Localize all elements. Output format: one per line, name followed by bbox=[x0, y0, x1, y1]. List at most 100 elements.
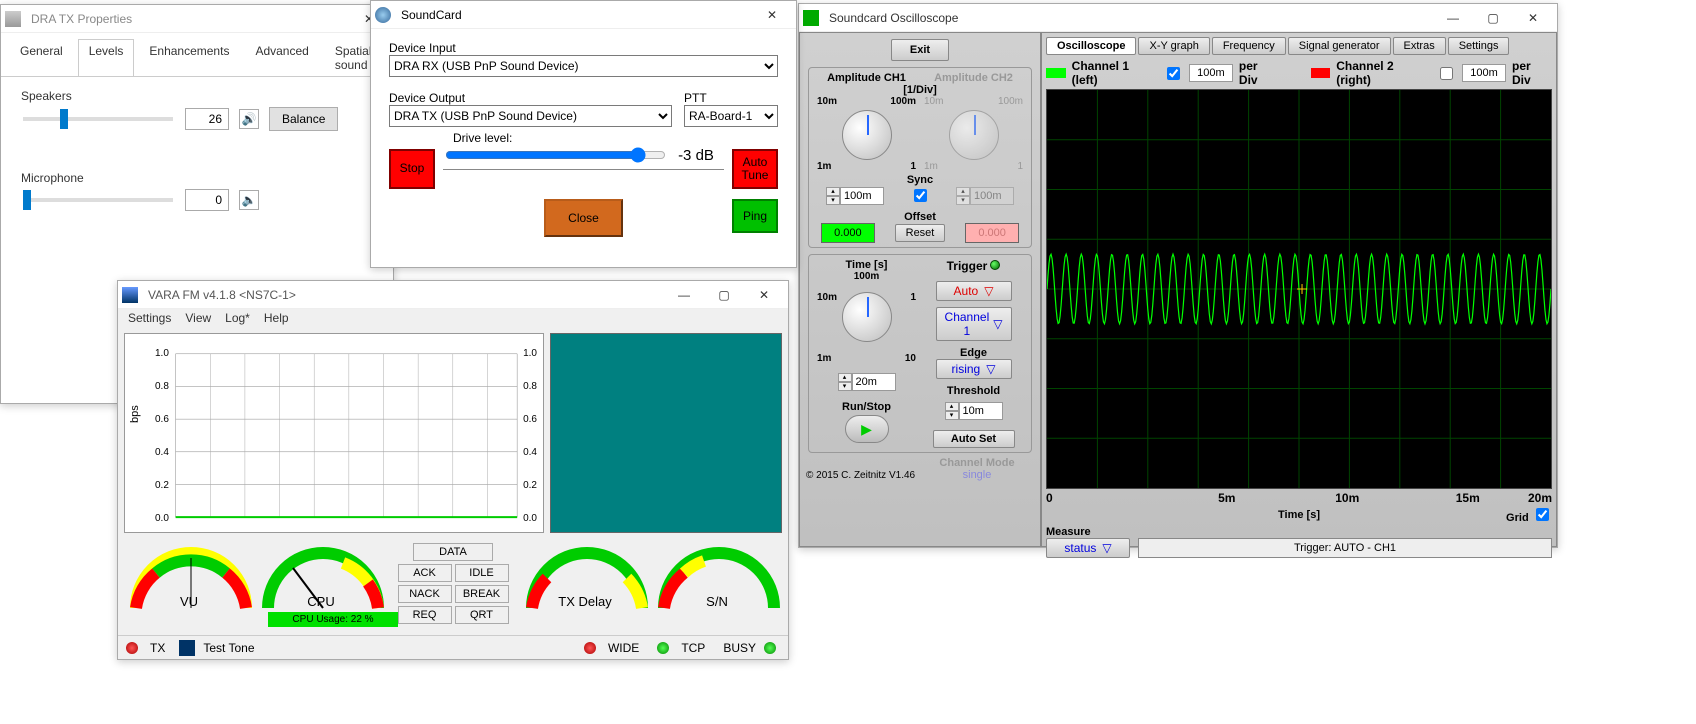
trigger-label: Trigger bbox=[920, 259, 1027, 273]
copyright: © 2015 C. Zeitnitz V1.46 bbox=[806, 470, 920, 481]
runstop-button[interactable]: ▶ bbox=[845, 415, 889, 443]
trigger-edge-button[interactable]: rising ▽ bbox=[936, 359, 1012, 379]
ptt-select[interactable]: RA-Board-1 bbox=[684, 105, 778, 127]
tab-advanced[interactable]: Advanced bbox=[244, 39, 319, 76]
tab-general[interactable]: General bbox=[9, 39, 74, 76]
drive-level-label: Drive level: bbox=[453, 131, 724, 145]
mic-mute-icon[interactable]: 🔈 bbox=[239, 190, 259, 210]
offset-reset-button[interactable]: Reset bbox=[895, 224, 946, 242]
busy-led bbox=[764, 642, 776, 654]
edge-label: Edge bbox=[920, 347, 1027, 359]
qrt-button[interactable]: QRT bbox=[455, 606, 509, 624]
speaker-mute-icon[interactable]: 🔊 bbox=[239, 109, 259, 129]
grid-checkbox[interactable] bbox=[1536, 508, 1549, 521]
vara-title: VARA FM v4.1.8 <NS7C-1> bbox=[144, 288, 664, 302]
vara-icon bbox=[122, 287, 138, 303]
dra-tabs: General Levels Enhancements Advanced Spa… bbox=[1, 33, 393, 77]
time-knob[interactable] bbox=[842, 292, 892, 342]
xaxis-label: Time [s] bbox=[1278, 509, 1320, 521]
vara-menu: Settings View Log* Help bbox=[118, 309, 788, 327]
menu-log[interactable]: Log* bbox=[225, 311, 250, 325]
auto-tune-button[interactable]: Auto Tune bbox=[732, 149, 778, 189]
menu-view[interactable]: View bbox=[185, 311, 211, 325]
one-div-label: [1/Div] bbox=[813, 84, 1027, 96]
menu-help[interactable]: Help bbox=[264, 311, 289, 325]
device-output-label: Device Output bbox=[389, 91, 672, 105]
mic-value[interactable] bbox=[185, 189, 229, 211]
osc-tab-xy[interactable]: X-Y graph bbox=[1138, 37, 1209, 55]
trigger-mode-button[interactable]: Auto ▽ bbox=[936, 281, 1012, 301]
ch1-div-spinner[interactable]: ▴▾ bbox=[826, 187, 884, 205]
txdelay-gauge: TX Delay bbox=[522, 543, 648, 613]
ch1-div-input[interactable] bbox=[1189, 64, 1233, 82]
close-icon[interactable]: ✕ bbox=[744, 283, 784, 307]
drive-level-slider[interactable] bbox=[445, 147, 666, 163]
device-output-select[interactable]: DRA TX (USB PnP Sound Device) bbox=[389, 105, 672, 127]
data-button[interactable]: DATA bbox=[413, 543, 493, 561]
time-label: Time [s] bbox=[813, 259, 920, 271]
ch2-div-spinner[interactable]: ▴▾ bbox=[956, 187, 1014, 205]
mic-label: Microphone bbox=[21, 171, 373, 185]
ch2-label: Channel 2 (right) bbox=[1336, 59, 1430, 87]
ch1-checkbox[interactable] bbox=[1167, 67, 1180, 80]
tx-led bbox=[126, 642, 138, 654]
amp-ch1-knob[interactable] bbox=[842, 110, 892, 160]
mic-slider[interactable] bbox=[23, 198, 173, 202]
ptt-label: PTT bbox=[684, 91, 778, 105]
threshold-spinner[interactable]: ▴▾ bbox=[945, 402, 1003, 420]
device-input-select[interactable]: DRA RX (USB PnP Sound Device) bbox=[389, 55, 778, 77]
osc-tab-siggen[interactable]: Signal generator bbox=[1288, 37, 1391, 55]
trigger-channel-button[interactable]: Channel 1 ▽ bbox=[936, 307, 1012, 341]
wide-label: WIDE bbox=[608, 641, 639, 655]
waterfall-display bbox=[550, 333, 782, 533]
nack-button[interactable]: NACK bbox=[398, 585, 452, 603]
sync-label: Sync bbox=[813, 174, 1027, 186]
soundcard-icon bbox=[375, 7, 391, 23]
time-spinner[interactable]: ▴▾ bbox=[838, 373, 896, 391]
balance-button[interactable]: Balance bbox=[269, 107, 338, 131]
offset-ch1[interactable]: 0.000 bbox=[821, 223, 875, 243]
break-button[interactable]: BREAK bbox=[455, 585, 509, 603]
grid-label: Grid bbox=[1506, 512, 1529, 524]
ch2-color-swatch bbox=[1311, 68, 1331, 78]
amp-ch2-knob[interactable] bbox=[949, 110, 999, 160]
menu-settings[interactable]: Settings bbox=[128, 311, 171, 325]
sync-checkbox[interactable] bbox=[914, 189, 927, 202]
measure-label: Measure bbox=[1046, 526, 1091, 538]
speakers-slider[interactable] bbox=[23, 117, 173, 121]
play-icon: ▶ bbox=[861, 421, 872, 438]
testtone-label: Test Tone bbox=[203, 641, 254, 655]
device-input-label: Device Input bbox=[389, 41, 778, 55]
ack-button[interactable]: ACK bbox=[398, 564, 452, 582]
testtone-icon bbox=[179, 640, 195, 656]
minimize-icon[interactable]: — bbox=[664, 283, 704, 307]
maximize-icon[interactable]: ▢ bbox=[1473, 6, 1513, 30]
ch2-checkbox[interactable] bbox=[1440, 67, 1453, 80]
scope-display[interactable] bbox=[1046, 89, 1552, 489]
osc-tab-extras[interactable]: Extras bbox=[1393, 37, 1446, 55]
speakers-value[interactable] bbox=[185, 108, 229, 130]
close-icon[interactable]: ✕ bbox=[1513, 6, 1553, 30]
close-button[interactable]: Close bbox=[544, 199, 623, 237]
bps-grid bbox=[125, 334, 543, 532]
osc-tab-oscilloscope[interactable]: Oscilloscope bbox=[1046, 37, 1136, 55]
tab-levels[interactable]: Levels bbox=[78, 39, 135, 76]
osc-icon bbox=[803, 10, 819, 26]
minimize-icon[interactable]: — bbox=[1433, 6, 1473, 30]
idle-button[interactable]: IDLE bbox=[455, 564, 509, 582]
exit-button[interactable]: Exit bbox=[891, 39, 949, 61]
osc-tab-settings[interactable]: Settings bbox=[1448, 37, 1510, 55]
req-button[interactable]: REQ bbox=[398, 606, 452, 624]
ch2-div-input[interactable] bbox=[1462, 64, 1506, 82]
stop-button[interactable]: Stop bbox=[389, 149, 435, 189]
channelmode-value[interactable]: single bbox=[920, 469, 1034, 481]
speakers-label: Speakers bbox=[21, 89, 373, 103]
autoset-button[interactable]: Auto Set bbox=[933, 430, 1015, 448]
osc-tab-freq[interactable]: Frequency bbox=[1212, 37, 1286, 55]
close-icon[interactable]: ✕ bbox=[752, 3, 792, 27]
offset-ch2[interactable]: 0.000 bbox=[965, 223, 1019, 243]
measure-status-button[interactable]: status ▽ bbox=[1046, 538, 1130, 558]
ping-button[interactable]: Ping bbox=[732, 199, 778, 233]
tab-enhancements[interactable]: Enhancements bbox=[138, 39, 240, 76]
maximize-icon[interactable]: ▢ bbox=[704, 283, 744, 307]
